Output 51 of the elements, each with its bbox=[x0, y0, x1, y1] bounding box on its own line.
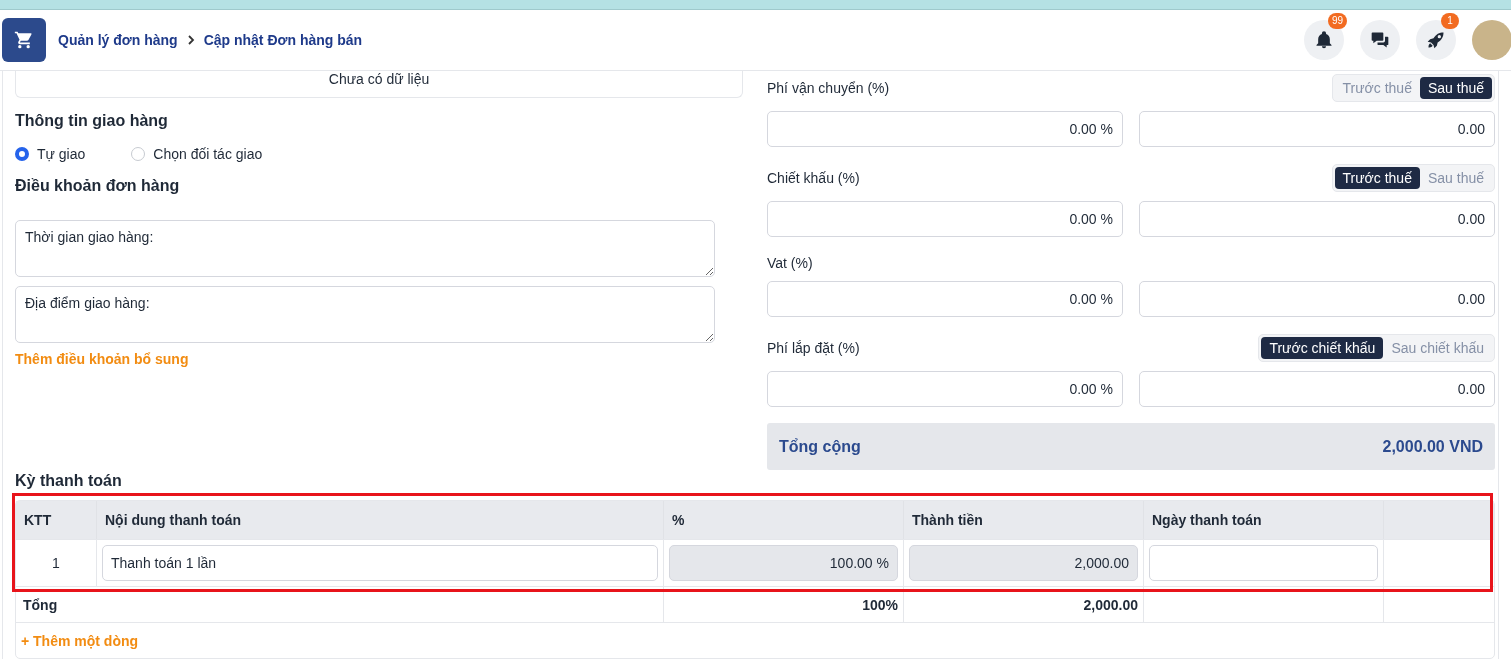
total-value: 2,000.00 VND bbox=[1382, 437, 1483, 456]
section-title: Thông tin giao hàng bbox=[15, 111, 168, 131]
percent-input[interactable]: 0.00 % bbox=[767, 371, 1123, 407]
radio-label: Tự giao bbox=[37, 146, 86, 162]
table-input[interactable] bbox=[1149, 545, 1378, 581]
amount-input[interactable]: 0.00 bbox=[1139, 371, 1495, 407]
total-percent: 100% bbox=[862, 596, 898, 613]
cart-logo[interactable] bbox=[2, 18, 46, 62]
table-cell: 1 bbox=[52, 555, 60, 571]
breadcrumb-link[interactable]: Cập nhật Đơn hàng bán bbox=[203, 32, 363, 48]
amount-input[interactable]: 0.00 bbox=[1139, 201, 1495, 237]
chat-bubbles-icon bbox=[1370, 30, 1390, 50]
section-title: Điều khoản đơn hàng bbox=[15, 176, 180, 196]
toggle-option[interactable]: Sau thuế bbox=[1419, 77, 1492, 99]
count-badge: 1 bbox=[1441, 13, 1459, 29]
table-input[interactable]: Thanh toán 1 lần bbox=[102, 545, 658, 581]
fee-label: Vat (%) bbox=[767, 255, 813, 271]
readonly-input[interactable]: 2,000.00 bbox=[909, 545, 1138, 581]
terms-textarea[interactable]: Địa điểm giao hàng: bbox=[15, 286, 715, 343]
column-header: % bbox=[663, 501, 903, 539]
fee-label: Chiết khấu (%) bbox=[767, 170, 860, 186]
toggle-option[interactable]: Trước chiết khấu bbox=[1261, 337, 1384, 359]
bell-icon bbox=[1314, 30, 1334, 50]
percent-input[interactable]: 0.00 % bbox=[767, 281, 1123, 317]
empty-table-message: Chưa có dữ liệu bbox=[15, 71, 743, 98]
radio-icon[interactable] bbox=[15, 147, 29, 161]
total-amount: 2,000.00 bbox=[1083, 596, 1138, 613]
radio-option[interactable]: Chọn đối tác giao bbox=[131, 146, 263, 162]
readonly-input[interactable]: 100.00 % bbox=[669, 545, 898, 581]
count-badge: 99 bbox=[1327, 13, 1347, 29]
percent-input[interactable]: 0.00 % bbox=[767, 111, 1123, 147]
chat-button[interactable] bbox=[1360, 20, 1400, 60]
breadcrumb-link[interactable]: Quản lý đơn hàng bbox=[58, 32, 178, 48]
fee-label: Phí lắp đặt (%) bbox=[767, 340, 860, 356]
section-title: Kỳ thanh toán bbox=[15, 471, 123, 491]
column-header: KTT bbox=[16, 501, 96, 539]
radio-label: Chọn đối tác giao bbox=[153, 146, 263, 162]
column-header: Nội dung thanh toán bbox=[96, 501, 663, 539]
total-row-label: Tổng bbox=[22, 596, 58, 613]
toggle-option[interactable]: Trước thuế bbox=[1334, 167, 1420, 189]
percent-input[interactable]: 0.00 % bbox=[767, 201, 1123, 237]
column-header: Ngày thanh toán bbox=[1143, 501, 1383, 539]
fee-label: Phí vận chuyển (%) bbox=[767, 80, 890, 96]
amount-input[interactable]: 0.00 bbox=[1139, 111, 1495, 147]
radio-option[interactable]: Tự giao bbox=[15, 146, 86, 162]
amount-input[interactable]: 0.00 bbox=[1139, 281, 1495, 317]
column-header: Thành tiền bbox=[903, 501, 1143, 539]
total-label: Tổng cộng bbox=[779, 437, 861, 456]
terms-textarea[interactable]: Thời gian giao hàng: bbox=[15, 220, 715, 277]
rocket-icon bbox=[1426, 30, 1446, 50]
chevron-right-icon bbox=[185, 35, 196, 45]
